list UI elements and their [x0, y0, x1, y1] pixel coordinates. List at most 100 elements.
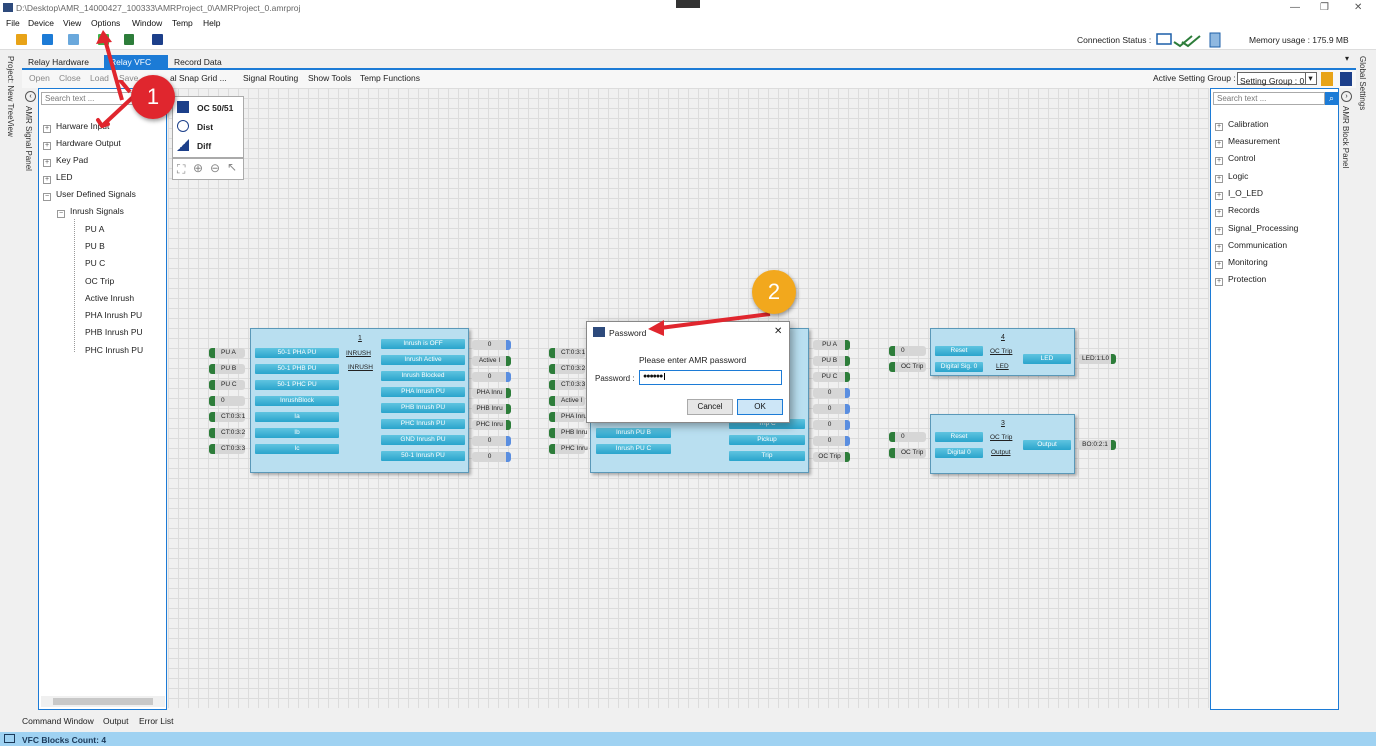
input-port[interactable]: CT:0:3:1 — [549, 348, 585, 358]
output-port[interactable]: PHC Inru — [472, 420, 511, 430]
menu-file[interactable]: File — [6, 18, 20, 28]
settings-icon[interactable] — [1340, 72, 1352, 86]
expand-icon[interactable]: + — [43, 176, 51, 184]
block-category-control[interactable]: + Control — [1215, 153, 1255, 165]
input-port[interactable]: PU C — [209, 380, 245, 390]
block-pin[interactable]: Inrush PU B — [596, 428, 671, 438]
output-port[interactable]: PHB Inru — [472, 404, 511, 414]
block-pin[interactable]: 50-1 PHA PU — [255, 348, 339, 358]
block-pin[interactable]: Trip — [729, 451, 805, 461]
block-pin[interactable]: 50-1 PHB PU — [255, 364, 339, 374]
signal-phb-inrush-pu[interactable]: PHB Inrush PU — [85, 327, 143, 337]
project-treeview-strip[interactable]: Project: New TreeView — [6, 56, 15, 137]
scrollbar-thumb[interactable] — [53, 698, 153, 705]
expand-icon[interactable]: + — [1215, 157, 1223, 165]
input-port[interactable]: PU B — [209, 364, 245, 374]
block-search-input[interactable]: Search text ... — [1213, 92, 1325, 105]
expand-icon[interactable]: + — [1215, 175, 1223, 183]
expand-icon[interactable]: + — [1215, 261, 1223, 269]
expand-icon[interactable]: + — [1215, 227, 1223, 235]
password-input[interactable]: ●●●●●● — [639, 370, 782, 385]
zoom-in-icon[interactable]: ⊕ — [193, 161, 203, 175]
block-pin[interactable]: InrushBlock — [255, 396, 339, 406]
block-pin[interactable]: GND Inrush PU — [381, 435, 465, 445]
menu-temp[interactable]: Temp — [172, 18, 193, 28]
lock-icon[interactable] — [1321, 72, 1333, 86]
view-oc-50-51[interactable]: OC 50/51 — [197, 103, 233, 113]
tab-relay-hardware[interactable]: Relay Hardware — [22, 55, 95, 69]
input-port[interactable]: 0 — [209, 396, 245, 406]
signal-pu-b[interactable]: PU B — [85, 241, 105, 251]
new-file-icon[interactable] — [16, 34, 27, 45]
input-port[interactable]: PU A — [209, 348, 245, 358]
block-pin[interactable]: Digital Sig. 0 — [935, 362, 983, 372]
temp-functions-button[interactable]: Temp Functions — [360, 73, 420, 83]
tree-item-led[interactable]: + LED — [43, 172, 73, 184]
block-category-io-led[interactable]: + I_O_LED — [1215, 188, 1263, 200]
menu-help[interactable]: Help — [203, 18, 220, 28]
tab-record-data[interactable]: Record Data — [168, 55, 228, 69]
output-port[interactable]: 0 — [472, 372, 511, 382]
tree-item-user-defined-signals[interactable]: − User Defined Signals — [43, 189, 136, 201]
block-pin[interactable]: LED — [1023, 354, 1071, 364]
block-pin[interactable]: Reset — [935, 432, 983, 442]
output-port[interactable]: OC Trip — [813, 452, 850, 462]
output-port[interactable]: Active I — [472, 356, 511, 366]
block-pin[interactable]: PHB Inrush PU — [381, 403, 465, 413]
expand-icon[interactable]: + — [43, 125, 51, 133]
ok-button[interactable]: OK — [737, 399, 783, 415]
signal-phc-inrush-pu[interactable]: PHC Inrush PU — [85, 345, 143, 355]
view-dist[interactable]: Dist — [197, 122, 213, 132]
tree-item-key-pad[interactable]: + Key Pad — [43, 155, 88, 167]
block-pin[interactable]: Ic — [255, 444, 339, 454]
save-icon[interactable] — [42, 34, 53, 45]
disk-icon[interactable] — [152, 34, 163, 45]
fit-icon[interactable]: ⛶ — [177, 162, 185, 177]
input-port[interactable]: CT:0:3:2 — [209, 428, 245, 438]
block-pin[interactable]: PHC Inrush PU — [381, 419, 465, 429]
input-port[interactable]: Active I — [549, 396, 585, 406]
signal-active-inrush[interactable]: Active Inrush — [85, 293, 134, 303]
block-category-communication[interactable]: + Communication — [1215, 240, 1287, 252]
expand-icon[interactable]: + — [1215, 123, 1223, 131]
show-tools-button[interactable]: Show Tools — [308, 73, 351, 83]
collapse-icon[interactable]: − — [43, 193, 51, 201]
input-port[interactable]: CT:0:3:3 — [209, 444, 245, 454]
block-category-monitoring[interactable]: + Monitoring — [1215, 257, 1268, 269]
collapse-icon[interactable]: − — [57, 210, 65, 218]
output-port[interactable]: PU B — [813, 356, 850, 366]
block-pin[interactable]: Inrush is OFF — [381, 339, 465, 349]
output-port[interactable]: 0 — [813, 404, 850, 414]
close-window-button[interactable]: ✕ — [1354, 2, 1362, 13]
output-port[interactable]: PU C — [813, 372, 850, 382]
search-icon[interactable]: ⌕ — [1325, 92, 1338, 105]
output-port[interactable]: 0 — [813, 436, 850, 446]
output-port[interactable]: 0 — [472, 340, 511, 350]
save-all-icon[interactable] — [68, 34, 79, 45]
expand-icon[interactable]: + — [43, 142, 51, 150]
block-pin[interactable]: Output — [1023, 440, 1071, 450]
signal-oc-trip[interactable]: OC Trip — [85, 276, 114, 286]
expand-icon[interactable]: + — [1215, 209, 1223, 217]
block-pin[interactable]: Inrush Active — [381, 355, 465, 365]
output-port[interactable]: PU A — [813, 340, 850, 350]
block-pin[interactable]: PHA Inrush PU — [381, 387, 465, 397]
menu-view[interactable]: View — [63, 18, 81, 28]
expand-icon[interactable]: + — [1215, 278, 1223, 286]
tab-output[interactable]: Output — [103, 716, 129, 726]
expand-icon[interactable]: + — [1215, 192, 1223, 200]
block-pin[interactable]: 50-1 Inrush PU — [381, 451, 465, 461]
block-category-calibration[interactable]: + Calibration — [1215, 119, 1269, 131]
input-port[interactable]: CT:0:3:2 — [549, 364, 585, 374]
vfc-block-4[interactable]: 4 Reset Digital Sig. 0 OC Trip LED LED — [930, 328, 1075, 376]
setting-group-select[interactable]: Setting Group : 0 ▾ — [1237, 72, 1317, 86]
restore-button[interactable]: ❐ — [1320, 2, 1329, 13]
block-pin[interactable]: Ia — [255, 412, 339, 422]
open-button[interactable]: Open — [29, 73, 50, 83]
block-category-signal-processing[interactable]: + Signal_Processing — [1215, 223, 1298, 235]
vfc-block-3[interactable]: 3 Reset Digital 0 OC Trip Output Output — [930, 414, 1075, 474]
block-pin[interactable]: Reset — [935, 346, 983, 356]
tab-dropdown-icon[interactable]: ▾ — [1345, 54, 1349, 63]
expand-icon[interactable]: + — [1215, 244, 1223, 252]
signal-pu-a[interactable]: PU A — [85, 224, 104, 234]
